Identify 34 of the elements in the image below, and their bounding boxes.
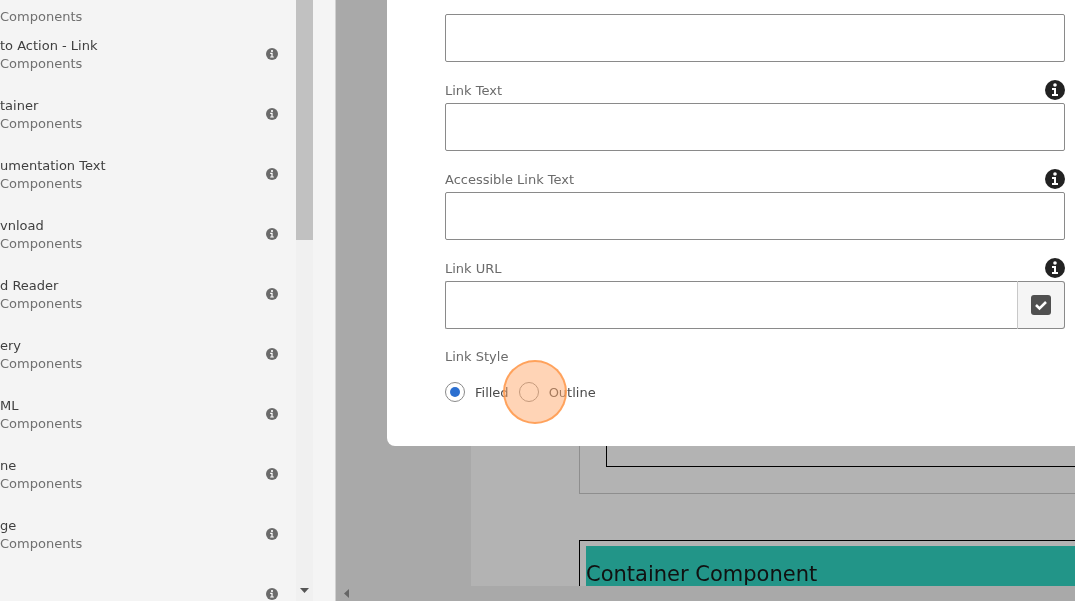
component-title: ne — [0, 457, 18, 473]
component-item[interactable]: to Action - Link Components — [0, 24, 296, 84]
component-group: Components — [0, 9, 278, 24]
component-group: Components — [0, 475, 266, 491]
component-group: Components — [0, 535, 266, 551]
component-group: Components — [0, 415, 266, 431]
field-label: Link Style — [445, 349, 510, 364]
component-group: Components — [0, 235, 266, 251]
component-title: to Action - Link — [0, 37, 99, 53]
container-title: Container Component — [586, 562, 818, 586]
component-group: Components — [0, 355, 266, 371]
component-title: ery — [0, 337, 23, 353]
component-item[interactable]: d Reader Components — [0, 264, 296, 324]
component-item[interactable]: ML Components — [0, 384, 296, 444]
component-title: vnload — [0, 217, 45, 233]
component-item[interactable]: umentation Text Components — [0, 144, 296, 204]
field-label: Accessible Link Text — [445, 171, 575, 187]
component-group: Components — [0, 115, 266, 131]
component-title: umentation Text — [0, 157, 107, 173]
component-item[interactable]: Components — [0, 0, 296, 24]
component-item[interactable]: ne Components — [0, 444, 296, 504]
component-group: Components — [0, 295, 266, 311]
component-title: d Reader — [0, 277, 60, 293]
component-title: ge — [0, 517, 18, 533]
field-label: Link Text — [445, 82, 503, 98]
component-group: Components — [0, 175, 266, 191]
component-title: ML — [0, 397, 20, 413]
component-group: Components — [0, 55, 266, 71]
component-item[interactable]: ery Components — [0, 324, 296, 384]
field-label: Link URL — [445, 260, 502, 276]
component-title: tainer — [0, 97, 40, 113]
component-item[interactable]: ge Components — [0, 504, 296, 564]
component-item[interactable]: vnload Components — [0, 204, 296, 264]
component-item[interactable]: tainer Components — [0, 84, 296, 144]
